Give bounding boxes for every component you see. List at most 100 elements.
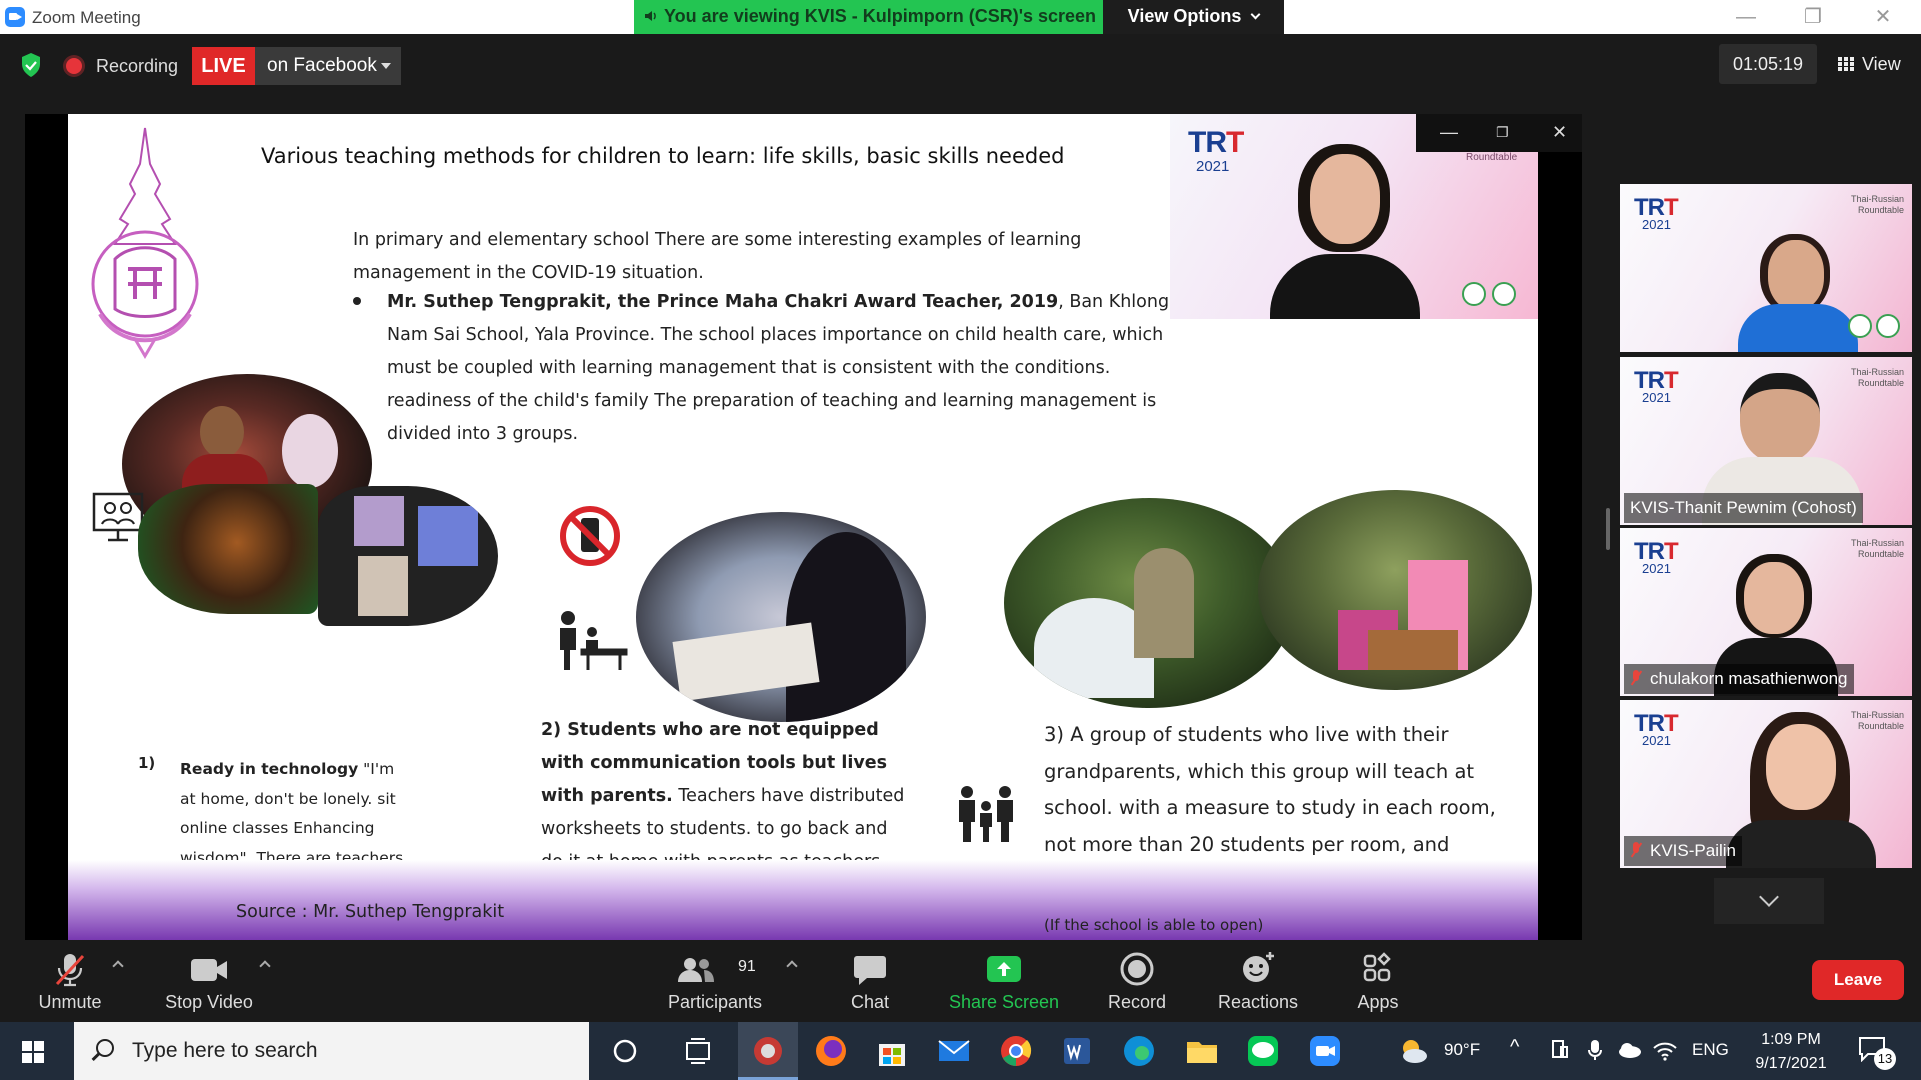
participant-name-text: KVIS-Thanit Pewnim (Cohost) [1630,498,1857,517]
tag-line: Thai-Russian [1850,710,1904,720]
clock-time: 1:09 PM [1761,1031,1821,1048]
taskbar-active-app[interactable] [738,1022,798,1080]
participant-name: KVIS-Pailin [1624,836,1742,866]
input-language[interactable]: ENG [1692,1040,1729,1060]
slide-title: Various teaching methods for children to… [261,144,1065,168]
task-view-icon[interactable] [679,1032,717,1070]
gallery-resize-handle[interactable] [1606,508,1610,550]
unmute-label: Unmute [38,992,102,1012]
kvis-badge-icon [1492,282,1516,306]
grid-icon [1838,57,1854,71]
unmute-button[interactable]: Unmute [20,940,120,1022]
devices-icon[interactable] [1548,1038,1572,1062]
video-options-caret[interactable] [259,958,271,970]
share-screen-button[interactable]: Share Screen [945,940,1063,1022]
file-explorer-icon[interactable] [1183,1032,1221,1070]
microphone-icon[interactable] [1583,1038,1607,1062]
minimize-window-button[interactable]: — [1731,6,1761,28]
recording-indicator[interactable]: Recording [66,51,178,81]
onedrive-icon[interactable] [1615,1038,1643,1062]
meeting-toolbar: Unmute Stop Video 91 Participants Chat S… [0,940,1921,1022]
logo-year: 2021 [1642,733,1671,748]
close-window-button[interactable]: ✕ [1868,6,1898,28]
edge-icon[interactable] [1120,1032,1158,1070]
participants-options-caret[interactable] [786,958,798,970]
view-options-label: View Options [1127,6,1242,26]
participants-button[interactable]: 91 Participants [660,940,770,1022]
zoom-icon[interactable] [1306,1032,1344,1070]
close-icon[interactable]: ✕ [1552,122,1567,143]
caret-down-icon [381,63,391,69]
participant-face-shape [1740,373,1820,463]
taskbar-search-box[interactable]: Type here to search [74,1022,589,1080]
participant-name: KVIS-Thanit Pewnim (Cohost) [1624,493,1863,523]
participant-face-shape [1766,724,1836,810]
video-thumb-shape [354,496,404,546]
participant-tile-2[interactable]: TRT 2021 Thai-Russian Roundtable KVIS-Tha… [1620,357,1912,525]
minimize-icon[interactable]: — [1440,122,1458,143]
worksheet-photo [636,512,926,722]
security-shield-icon[interactable] [20,52,42,78]
apps-button[interactable]: Apps [1335,940,1421,1022]
restore-icon[interactable]: ❐ [1496,124,1509,141]
cortana-icon[interactable] [606,1032,644,1070]
leave-button[interactable]: Leave [1812,960,1904,1000]
weather-temp[interactable]: 90°F [1444,1040,1480,1060]
view-layout-button[interactable]: View [1826,44,1912,84]
restore-window-button[interactable]: ❐ [1798,6,1828,28]
participant-name: chulakorn masathienwong [1624,664,1854,694]
meeting-area: Recording LIVE on Facebook 01:05:19 View… [0,34,1921,940]
recording-dot-icon [66,58,82,74]
audio-options-caret[interactable] [112,958,124,970]
teacher-shape [1134,548,1194,658]
notification-center-button[interactable]: 13 [1858,1036,1896,1070]
share-screen-icon [987,956,1021,982]
reactions-emoji-icon [1243,952,1274,982]
slide-bullet-bold: Mr. Suthep Tengprakit, the Prince Maha C… [387,292,1059,312]
mic-muted-icon [1630,670,1642,686]
participant-tile-4[interactable]: TRT 2021 Thai-Russian Roundtable KVIS-Pai… [1620,700,1912,868]
grandparents-photo [1004,498,1294,708]
gallery-next-page-button[interactable] [1714,878,1824,924]
chrome-icon[interactable] [997,1032,1035,1070]
view-label: View [1862,54,1901,74]
line-icon[interactable] [1244,1032,1282,1070]
participant-tile-1[interactable]: TRT 2021 Thai-Russian Roundtable [1620,184,1912,352]
view-options-button[interactable]: View Options [1103,0,1284,34]
participant-name-text: chulakorn masathienwong [1650,669,1848,688]
wifi-icon[interactable] [1652,1038,1678,1062]
mail-icon[interactable] [935,1032,973,1070]
basket-shape [1368,630,1458,670]
zoom-app-icon [5,7,25,27]
firefox-icon[interactable] [812,1032,850,1070]
taskbar-clock[interactable]: 1:09 PM 9/17/2021 [1746,1028,1836,1076]
recording-label: Recording [96,55,179,76]
stop-video-button[interactable]: Stop Video [155,940,263,1022]
word-icon[interactable] [1058,1032,1096,1070]
windows-start-icon[interactable] [22,1041,44,1063]
apps-label: Apps [1357,992,1399,1012]
chat-label: Chat [850,992,890,1012]
apps-icon [1363,952,1391,982]
tag-line: Roundtable [1857,205,1904,215]
kvis-badge-icon [1876,314,1900,338]
presenter-body-shape [1270,254,1420,319]
store-icon[interactable] [873,1032,911,1070]
participants-label: Participants [667,992,763,1012]
live-destination-dropdown[interactable]: on Facebook [255,47,401,85]
record-button[interactable]: Record [1087,940,1187,1022]
participant-tile-3[interactable]: TRT 2021 Thai-Russian Roundtable chulakor… [1620,528,1912,696]
viewing-banner-text: You are viewing KVIS - Kulpimporn (CSR)'… [664,6,1097,26]
slide-bullet-rest: , Ban Khlong Nam Sai School, Yala Provin… [387,292,1170,444]
home-visit-photo [1258,490,1532,690]
close-icon: ✕ [1874,6,1892,28]
group2-text: 2) Students who are not equipped with co… [541,714,911,879]
emblem-badge-icon [1462,282,1486,306]
chat-bubble-icon [854,956,886,985]
search-icon [96,1039,114,1057]
chevron-up-icon[interactable]: ^ [1510,1036,1519,1059]
reactions-button[interactable]: Reactions [1206,940,1310,1022]
group1-number: 1) [138,754,156,772]
window-title-bar: Zoom Meeting You are viewing KVIS - Kulp… [0,0,1921,34]
chat-button[interactable]: Chat [825,940,915,1022]
